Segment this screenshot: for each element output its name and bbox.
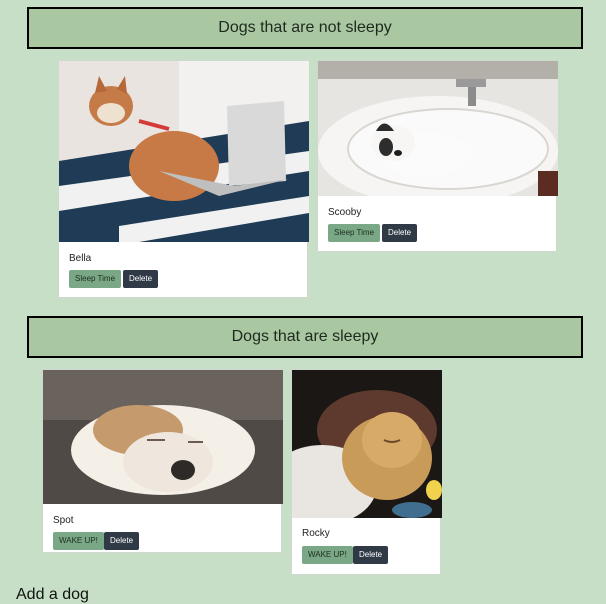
dog-name: Bella bbox=[69, 253, 92, 264]
dog-name: Spot bbox=[53, 515, 74, 526]
sleeping-puppy-photo bbox=[292, 370, 442, 518]
wake-up-button[interactable]: WAKE UP! bbox=[53, 532, 104, 550]
delete-button[interactable]: Delete bbox=[123, 270, 159, 288]
section-title-sleepy: Dogs that are sleepy bbox=[27, 316, 583, 358]
wake-up-button[interactable]: WAKE UP! bbox=[302, 546, 353, 564]
french-bulldog-in-sink-photo bbox=[318, 61, 558, 196]
delete-button[interactable]: Delete bbox=[104, 532, 140, 550]
delete-button[interactable]: Delete bbox=[353, 546, 389, 564]
dog-name: Scooby bbox=[328, 207, 362, 218]
dog-card-bella: Bella Sleep Time Delete bbox=[58, 60, 309, 298]
dog-name: Rocky bbox=[302, 528, 330, 539]
section-title-not-sleepy: Dogs that are not sleepy bbox=[27, 7, 583, 49]
sleep-time-button[interactable]: Sleep Time bbox=[69, 270, 122, 288]
dog-card-scooby: Scooby Sleep Time Delete bbox=[317, 60, 558, 252]
sleeping-white-dog-photo bbox=[43, 370, 283, 504]
sleep-time-button[interactable]: Sleep Time bbox=[328, 224, 381, 242]
dog-card-spot: Spot WAKE UP! Delete bbox=[42, 369, 283, 553]
dog-card-rocky: Rocky WAKE UP! Delete bbox=[291, 369, 442, 575]
shiba-with-laptop-photo bbox=[59, 61, 309, 242]
add-dog-heading: Add a dog bbox=[16, 586, 89, 603]
delete-button[interactable]: Delete bbox=[382, 224, 418, 242]
